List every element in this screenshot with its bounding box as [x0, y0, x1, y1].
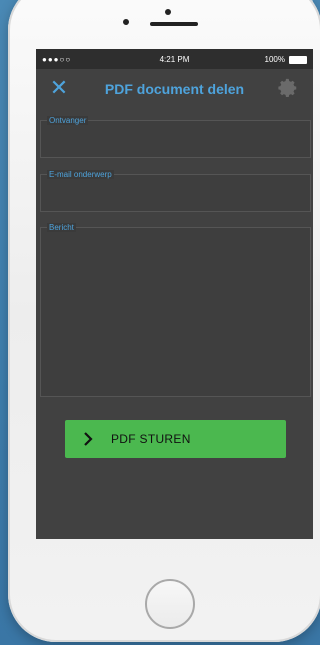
email-subject-label: E-mail onderwerp	[47, 170, 114, 179]
battery-status: 100%	[265, 55, 307, 64]
battery-percent: 100%	[264, 55, 285, 64]
email-subject-field[interactable]: E-mail onderwerp	[40, 170, 311, 212]
recipient-label: Ontvanger	[47, 116, 89, 125]
send-pdf-label: PDF STUREN	[111, 432, 191, 446]
phone-frame: ●●●○○ 4:21 PM 100% ✕ PDF document delen …	[8, 0, 320, 642]
message-label: Bericht	[47, 223, 76, 232]
send-pdf-button[interactable]: PDF STUREN	[65, 420, 286, 458]
front-camera	[123, 19, 129, 25]
earpiece-speaker	[150, 22, 198, 26]
chevron-right-icon	[84, 432, 93, 446]
recipient-field[interactable]: Ontvanger	[40, 116, 311, 158]
nav-bar: ✕ PDF document delen	[36, 69, 313, 109]
message-field[interactable]: Bericht	[40, 223, 311, 397]
app-screen: ●●●○○ 4:21 PM 100% ✕ PDF document delen …	[36, 49, 313, 539]
status-bar: ●●●○○ 4:21 PM 100%	[36, 49, 313, 69]
home-button[interactable]	[145, 579, 195, 629]
front-sensor	[165, 9, 171, 15]
gear-icon[interactable]	[277, 77, 299, 99]
page-title: PDF document delen	[104, 81, 245, 97]
battery-icon	[289, 55, 307, 64]
